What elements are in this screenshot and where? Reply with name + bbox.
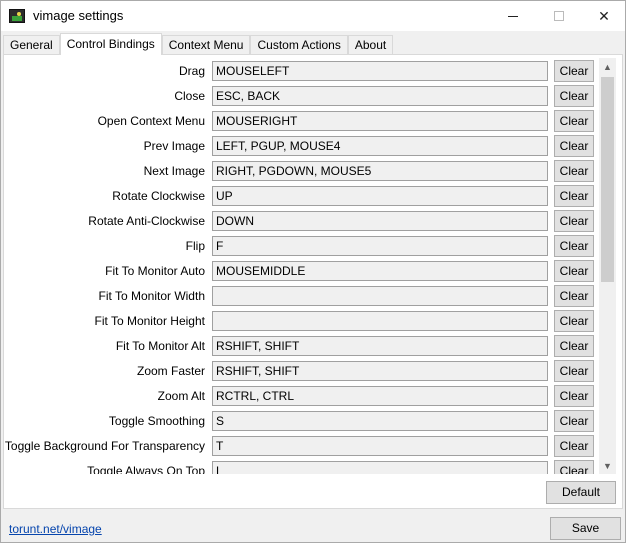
binding-row: Fit To Monitor Width Clear	[4, 283, 600, 308]
clear-button[interactable]: Clear	[554, 285, 594, 307]
clear-button[interactable]: Clear	[554, 85, 594, 107]
tab-control-bindings[interactable]: Control Bindings	[59, 33, 162, 55]
vimage-app-icon	[9, 9, 25, 23]
clear-button[interactable]: Clear	[554, 360, 594, 382]
binding-label: Next Image	[143, 164, 205, 178]
clear-button[interactable]: Clear	[554, 60, 594, 82]
binding-keys-field[interactable]	[212, 286, 548, 306]
binding-row: Close ESC, BACK Clear	[4, 83, 600, 108]
binding-keys-field[interactable]: UP	[212, 186, 548, 206]
binding-row: Zoom Alt RCTRL, CTRL Clear	[4, 383, 600, 408]
binding-row: Fit To Monitor Auto MOUSEMIDDLE Clear	[4, 258, 600, 283]
binding-keys-field[interactable]	[212, 311, 548, 331]
binding-label: Fit To Monitor Auto	[105, 264, 205, 278]
binding-label: Rotate Clockwise	[112, 189, 205, 203]
settings-window: vimage settings ✕ General Control Binding…	[0, 0, 626, 543]
binding-label: Fit To Monitor Width	[98, 289, 205, 303]
scroll-down-icon[interactable]: ▼	[599, 457, 616, 474]
save-button[interactable]: Save	[550, 517, 621, 540]
binding-label: Fit To Monitor Height	[94, 314, 206, 328]
binding-label: Close	[174, 89, 205, 103]
binding-label: Toggle Smoothing	[108, 414, 205, 428]
binding-keys-field[interactable]: MOUSELEFT	[212, 61, 548, 81]
binding-row: Toggle Smoothing S Clear	[4, 408, 600, 433]
default-button[interactable]: Default	[546, 481, 616, 504]
clear-button[interactable]: Clear	[554, 210, 594, 232]
clear-button[interactable]: Clear	[554, 460, 594, 474]
close-icon: ✕	[598, 7, 610, 24]
clear-button[interactable]: Clear	[554, 410, 594, 432]
binding-keys-field[interactable]: ESC, BACK	[212, 86, 548, 106]
tab-about[interactable]: About	[347, 35, 394, 55]
binding-keys-field[interactable]: F	[212, 236, 548, 256]
minimize-button[interactable]	[490, 1, 536, 31]
binding-row: Zoom Faster RSHIFT, SHIFT Clear	[4, 358, 600, 383]
binding-keys-field[interactable]: RSHIFT, SHIFT	[212, 361, 548, 381]
binding-row: Next Image RIGHT, PGDOWN, MOUSE5 Clear	[4, 158, 600, 183]
binding-row: Drag MOUSELEFT Clear	[4, 58, 600, 83]
binding-keys-field[interactable]: RCTRL, CTRL	[212, 386, 548, 406]
vertical-scrollbar[interactable]: ▲ ▼	[599, 58, 616, 474]
binding-label: Prev Image	[143, 139, 205, 153]
binding-keys-field[interactable]: RIGHT, PGDOWN, MOUSE5	[212, 161, 548, 181]
binding-label: Flip	[185, 239, 205, 253]
maximize-icon	[554, 11, 564, 21]
binding-row: Fit To Monitor Height Clear	[4, 308, 600, 333]
tab-context-menu[interactable]: Context Menu	[161, 35, 251, 55]
scroll-up-icon[interactable]: ▲	[599, 58, 616, 75]
maximize-button[interactable]	[536, 1, 582, 31]
binding-keys-field[interactable]: S	[212, 411, 548, 431]
binding-label: Drag	[178, 64, 205, 78]
binding-keys-field[interactable]: L	[212, 461, 548, 474]
binding-label: Toggle Always On Top	[87, 464, 205, 474]
binding-label: Open Context Menu	[97, 114, 205, 128]
bindings-list: Drag MOUSELEFT Clear Close ESC, BACK Clear Ope…	[4, 58, 600, 474]
minimize-icon	[508, 15, 518, 17]
scrollbar-thumb[interactable]	[601, 77, 614, 282]
clear-button[interactable]: Clear	[554, 435, 594, 457]
tab-custom-actions[interactable]: Custom Actions	[250, 35, 348, 55]
binding-label: Zoom Alt	[157, 389, 205, 403]
binding-row: Toggle Background For Transparency T Clear	[4, 433, 600, 458]
clear-button[interactable]: Clear	[554, 310, 594, 332]
clear-button[interactable]: Clear	[554, 385, 594, 407]
tab-general[interactable]: General	[3, 35, 60, 55]
binding-keys-field[interactable]: T	[212, 436, 548, 456]
binding-row: Flip F Clear	[4, 233, 600, 258]
clear-button[interactable]: Clear	[554, 260, 594, 282]
clear-button[interactable]: Clear	[554, 135, 594, 157]
binding-row: Prev Image LEFT, PGUP, MOUSE4 Clear	[4, 133, 600, 158]
binding-keys-field[interactable]: RSHIFT, SHIFT	[212, 336, 548, 356]
clear-button[interactable]: Clear	[554, 160, 594, 182]
close-button[interactable]: ✕	[581, 1, 626, 31]
binding-row: Fit To Monitor Alt RSHIFT, SHIFT Clear	[4, 333, 600, 358]
binding-label: Fit To Monitor Alt	[115, 339, 205, 353]
binding-label: Toggle Background For Transparency	[4, 439, 205, 453]
tab-strip: General Control Bindings Context Menu Custo…	[3, 33, 394, 55]
website-link[interactable]: torunt.net/vimage	[9, 522, 102, 536]
binding-keys-field[interactable]: MOUSEMIDDLE	[212, 261, 548, 281]
clear-button[interactable]: Clear	[554, 335, 594, 357]
binding-keys-field[interactable]: DOWN	[212, 211, 548, 231]
clear-button[interactable]: Clear	[554, 185, 594, 207]
clear-button[interactable]: Clear	[554, 235, 594, 257]
window-title: vimage settings	[33, 8, 124, 23]
title-bar: vimage settings ✕	[1, 1, 625, 31]
clear-button[interactable]: Clear	[554, 110, 594, 132]
binding-row: Rotate Anti-Clockwise DOWN Clear	[4, 208, 600, 233]
binding-label: Zoom Faster	[136, 364, 205, 378]
binding-row: Rotate Clockwise UP Clear	[4, 183, 600, 208]
binding-row: Toggle Always On Top L Clear	[4, 458, 600, 474]
binding-keys-field[interactable]: MOUSERIGHT	[212, 111, 548, 131]
binding-label: Rotate Anti-Clockwise	[88, 214, 205, 228]
binding-keys-field[interactable]: LEFT, PGUP, MOUSE4	[212, 136, 548, 156]
binding-row: Open Context Menu MOUSERIGHT Clear	[4, 108, 600, 133]
